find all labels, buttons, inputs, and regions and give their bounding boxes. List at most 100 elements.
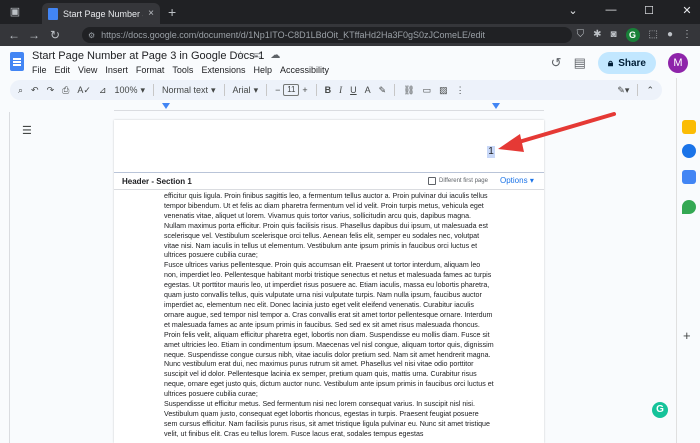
redo-icon[interactable]: ↷ [47, 85, 55, 96]
side-panel: + [676, 78, 700, 443]
puzzle-icon[interactable]: ✱ [593, 27, 601, 43]
window-controls: ⌄ — ☐ ✕ [566, 4, 694, 17]
reload-icon[interactable]: ↻ [50, 27, 60, 43]
image-icon[interactable]: ▨ [439, 85, 448, 96]
cloud-status-icon[interactable]: ☁ [270, 50, 280, 61]
camera-icon[interactable]: ◙ [610, 27, 616, 43]
profile-icon[interactable]: ● [667, 27, 673, 43]
maximize-icon[interactable]: ☐ [642, 4, 656, 17]
toolbar-divider [266, 84, 268, 96]
search-menus-icon[interactable]: ⌕ [18, 85, 23, 96]
star-icon[interactable]: ☆ [236, 50, 245, 61]
header-options-button[interactable]: Options ▾ [500, 176, 534, 185]
browser-tab[interactable]: Start Page Number at Page 3 in Google Do… [42, 3, 160, 24]
tab-close-icon[interactable]: × [148, 8, 154, 19]
menu-insert[interactable]: Insert [105, 65, 128, 75]
paint-format-icon[interactable]: ⊿ [99, 85, 107, 96]
docs-favicon-icon [48, 7, 58, 20]
minimize-icon[interactable]: — [604, 4, 618, 17]
url-text: https://docs.google.com/document/d/1Np1I… [101, 30, 486, 40]
tab-title: Start Page Number at Page 3 in Google Do… [63, 8, 143, 19]
docs-logo-icon[interactable] [10, 52, 24, 71]
spellcheck-icon[interactable]: A✓ [77, 85, 91, 96]
site-info-icon[interactable]: ⚙ [88, 31, 95, 40]
print-icon[interactable]: ⎙ [62, 85, 69, 96]
extensions-icon[interactable]: ⬚ [649, 27, 658, 43]
menu-accessibility[interactable]: Accessibility [280, 65, 329, 75]
bold-button[interactable]: B [325, 85, 332, 95]
forward-icon[interactable]: → [28, 27, 40, 43]
menu-help[interactable]: Help [253, 65, 272, 75]
menu-bar: File Edit View Insert Format Tools Exten… [32, 65, 329, 75]
chevron-down-icon: ▾ [140, 84, 145, 95]
document-page[interactable]: 1 Header - Section 1 Different first pag… [114, 120, 544, 443]
document-title[interactable]: Start Page Number at Page 3 in Google Do… [32, 50, 264, 62]
grammarly-extension-icon[interactable]: G [625, 28, 640, 42]
zoom-value: 100% [114, 85, 138, 95]
horizontal-ruler[interactable] [114, 103, 544, 111]
body-paragraph: efficitur quis ligula. Proin finibus sag… [164, 192, 488, 260]
menu-format[interactable]: Format [136, 65, 165, 75]
document-body[interactable]: efficitur quis ligula. Proin finibus sag… [164, 192, 494, 443]
formatting-toolbar: ⌕ ↶ ↷ ⎙ A✓ ⊿ 100% ▾ Normal text ▾ Arial ▾ −… [10, 80, 662, 100]
menu-extensions[interactable]: Extensions [201, 65, 245, 75]
menu-file[interactable]: File [32, 65, 47, 75]
avatar[interactable]: M [668, 53, 688, 73]
different-first-page-option[interactable]: Different first page [428, 177, 488, 185]
shield-icon[interactable]: ⛉ [577, 27, 585, 43]
left-indent-marker[interactable] [162, 103, 170, 109]
zoom-select[interactable]: 100% ▾ [114, 85, 145, 96]
comment-icon[interactable]: ▭ [423, 85, 432, 96]
toolbar-divider [394, 84, 396, 96]
comments-icon[interactable]: ▤ [574, 55, 586, 71]
underline-button[interactable]: U [350, 85, 357, 95]
share-label: Share [618, 57, 646, 69]
browser-tab-bar: ▣ Start Page Number at Page 3 in Google … [0, 0, 700, 24]
style-select[interactable]: Normal text ▾ [162, 85, 216, 96]
italic-button[interactable]: I [339, 85, 342, 95]
close-icon[interactable]: ✕ [680, 4, 694, 17]
undo-icon[interactable]: ↶ [31, 85, 39, 96]
increase-font-size-button[interactable]: + [302, 85, 307, 95]
style-value: Normal text [162, 85, 209, 95]
move-folder-icon[interactable]: ▭ [253, 50, 262, 61]
font-select[interactable]: Arial ▾ [233, 85, 259, 96]
text-color-button[interactable]: A [365, 85, 371, 95]
maps-icon[interactable] [682, 200, 696, 214]
link-icon[interactable]: ⛓ [403, 85, 414, 96]
chevron-down-icon[interactable]: ⌄ [566, 4, 580, 17]
different-first-page-label: Different first page [439, 178, 488, 184]
header-bar: Header - Section 1 Different first page … [114, 172, 544, 190]
version-history-icon[interactable]: ↺ [551, 55, 562, 71]
tab-search-icon[interactable]: ▣ [8, 5, 22, 19]
font-size-input[interactable]: 11 [283, 84, 300, 96]
decrease-font-size-button[interactable]: − [275, 85, 280, 95]
new-tab-button[interactable]: + [168, 4, 176, 20]
options-label: Options [500, 176, 528, 185]
grammarly-icon[interactable]: G [652, 402, 668, 418]
vertical-ruler[interactable] [2, 112, 10, 443]
menu-tools[interactable]: Tools [172, 65, 193, 75]
keep-icon[interactable] [682, 120, 696, 134]
contacts-icon[interactable] [682, 170, 696, 184]
add-ons-icon[interactable]: + [683, 328, 691, 343]
highlight-icon[interactable]: ✎ [379, 85, 387, 96]
back-icon[interactable]: ← [8, 27, 20, 43]
tasks-icon[interactable] [682, 144, 696, 158]
editing-mode-icon[interactable]: ✎▾ [617, 85, 629, 96]
menu-edit[interactable]: Edit [55, 65, 71, 75]
different-first-page-checkbox[interactable] [428, 177, 436, 185]
menu-icon[interactable]: ⋮ [682, 27, 692, 43]
document-outline-icon[interactable]: ☰ [22, 124, 32, 137]
share-button[interactable]: 🔒︎ Share [597, 52, 656, 74]
url-field[interactable]: ⚙ https://docs.google.com/document/d/1Np… [82, 27, 572, 43]
more-icon[interactable]: ⋮ [456, 85, 465, 96]
chevron-down-icon: ▾ [211, 84, 216, 95]
collapse-menus-icon[interactable]: ⌃ [646, 85, 654, 96]
annotation-arrow [498, 112, 616, 152]
docs-header: Start Page Number at Page 3 in Google Do… [0, 46, 700, 78]
address-bar: ← → ↻ ⚙ https://docs.google.com/document… [0, 24, 700, 46]
header-actions: ↺ ▤ 🔒︎ Share M [551, 52, 688, 74]
font-value: Arial [232, 85, 251, 95]
menu-view[interactable]: View [78, 65, 97, 75]
